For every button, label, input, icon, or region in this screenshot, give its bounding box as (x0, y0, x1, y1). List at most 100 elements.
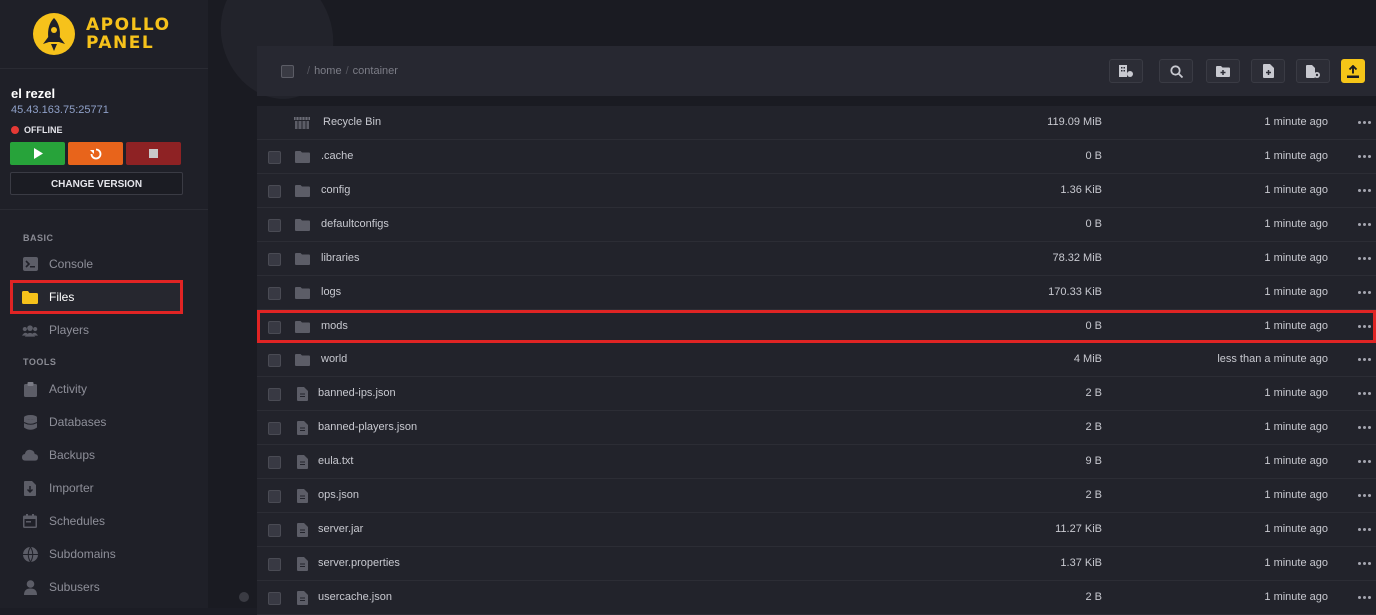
more-options-icon[interactable] (1356, 522, 1372, 536)
sidebar-item-label: Activity (49, 382, 88, 396)
sidebar-item-players[interactable]: Players (22, 319, 89, 341)
sidebar-item-subusers[interactable]: Subusers (22, 576, 100, 598)
table-row[interactable]: mods 0 B 1 minute ago (257, 310, 1376, 343)
row-checkbox[interactable] (268, 219, 281, 232)
table-row[interactable]: libraries 78.32 MiB 1 minute ago (257, 242, 1376, 276)
table-row[interactable]: server.jar 11.27 KiB 1 minute ago (257, 513, 1376, 547)
change-version-button[interactable]: CHANGE VERSION (10, 172, 183, 195)
building-button[interactable] (1109, 59, 1143, 83)
table-row[interactable]: config 1.36 KiB 1 minute ago (257, 174, 1376, 208)
upload-button[interactable] (1341, 59, 1365, 83)
file-name[interactable]: defaultconfigs (321, 218, 389, 230)
file-name[interactable]: usercache.json (318, 591, 392, 603)
more-options-icon[interactable] (1356, 149, 1372, 163)
breadcrumb-home[interactable]: home (314, 65, 342, 77)
sidebar-item-backups[interactable]: Backups (22, 444, 95, 466)
sidebar-item-label: Schedules (49, 514, 106, 528)
file-size: 0 B (1085, 320, 1102, 332)
file-settings-button[interactable] (1296, 59, 1330, 83)
row-checkbox[interactable] (268, 490, 281, 503)
file-modified: 1 minute ago (1264, 489, 1328, 501)
start-button[interactable] (10, 142, 65, 165)
sidebar-item-databases[interactable]: Databases (22, 411, 106, 433)
file-name[interactable]: mods (321, 320, 348, 332)
table-row[interactable]: defaultconfigs 0 B 1 minute ago (257, 208, 1376, 242)
table-row[interactable]: usercache.json 2 B 1 minute ago (257, 581, 1376, 615)
file-import-icon (22, 480, 38, 496)
row-checkbox[interactable] (268, 253, 281, 266)
globe-icon (22, 546, 38, 562)
select-all-checkbox[interactable] (281, 65, 294, 78)
stop-icon (149, 149, 158, 158)
file-modified: 1 minute ago (1264, 184, 1328, 196)
search-icon (1169, 64, 1183, 78)
file-name[interactable]: Recycle Bin (323, 116, 381, 128)
table-row[interactable]: banned-players.json 2 B 1 minute ago (257, 411, 1376, 445)
table-row[interactable]: server.properties 1.37 KiB 1 minute ago (257, 547, 1376, 581)
row-checkbox[interactable] (268, 354, 281, 367)
more-options-icon[interactable] (1356, 352, 1372, 366)
file-name[interactable]: server.properties (318, 557, 400, 569)
more-options-icon[interactable] (1356, 386, 1372, 400)
more-options-icon[interactable] (1356, 251, 1372, 265)
row-checkbox[interactable] (268, 592, 281, 605)
breadcrumb-container[interactable]: container (353, 65, 398, 77)
more-options-icon[interactable] (1356, 285, 1372, 299)
file-size: 4 MiB (1073, 353, 1102, 365)
sidebar-item-importer[interactable]: Importer (22, 477, 94, 499)
row-checkbox[interactable] (268, 388, 281, 401)
file-name[interactable]: config (321, 184, 350, 196)
user-icon (22, 579, 38, 595)
file-settings-icon (1306, 64, 1320, 78)
row-checkbox[interactable] (268, 287, 281, 300)
server-address[interactable]: 45.43.163.75:25771 (11, 104, 109, 116)
sidebar-item-schedules[interactable]: Schedules (22, 510, 105, 532)
more-options-icon[interactable] (1356, 115, 1372, 129)
file-name[interactable]: world (321, 353, 347, 365)
file-modified: 1 minute ago (1264, 387, 1328, 399)
more-options-icon[interactable] (1356, 590, 1372, 604)
file-name[interactable]: logs (321, 286, 341, 298)
file-name[interactable]: eula.txt (318, 455, 353, 467)
file-size: 119.09 MiB (1047, 116, 1102, 128)
table-row[interactable]: eula.txt 9 B 1 minute ago (257, 445, 1376, 479)
row-checkbox[interactable] (268, 456, 281, 469)
more-options-icon[interactable] (1356, 454, 1372, 468)
table-row[interactable]: ops.json 2 B 1 minute ago (257, 479, 1376, 513)
file-name[interactable]: banned-ips.json (318, 387, 396, 399)
table-row[interactable]: world 4 MiB less than a minute ago (257, 343, 1376, 377)
row-checkbox[interactable] (268, 321, 281, 334)
restart-button[interactable] (68, 142, 123, 165)
file-name[interactable]: ops.json (318, 489, 359, 501)
new-folder-button[interactable] (1206, 59, 1240, 83)
search-button[interactable] (1159, 59, 1193, 83)
row-checkbox[interactable] (268, 524, 281, 537)
more-options-icon[interactable] (1356, 319, 1372, 333)
more-options-icon[interactable] (1356, 556, 1372, 570)
more-options-icon[interactable] (1356, 183, 1372, 197)
sidebar-item-label: Importer (49, 481, 94, 495)
sidebar-item-files[interactable]: Files (22, 286, 74, 308)
table-row[interactable]: logs 170.33 KiB 1 minute ago (257, 276, 1376, 310)
row-checkbox[interactable] (268, 151, 281, 164)
file-name[interactable]: banned-players.json (318, 421, 417, 433)
sidebar-item-activity[interactable]: Activity (22, 378, 87, 400)
table-row[interactable]: .cache 0 B 1 minute ago (257, 140, 1376, 174)
more-options-icon[interactable] (1356, 420, 1372, 434)
new-file-button[interactable] (1251, 59, 1285, 83)
row-checkbox[interactable] (268, 422, 281, 435)
file-name[interactable]: server.jar (318, 523, 363, 535)
status-badge: OFFLINE (11, 125, 63, 135)
file-name[interactable]: libraries (321, 252, 360, 264)
more-options-icon[interactable] (1356, 217, 1372, 231)
row-checkbox[interactable] (268, 558, 281, 571)
sidebar-item-console[interactable]: Console (22, 253, 93, 275)
sidebar-item-subdomains[interactable]: Subdomains (22, 543, 116, 565)
background-dot (239, 592, 249, 602)
row-checkbox[interactable] (268, 185, 281, 198)
more-options-icon[interactable] (1356, 488, 1372, 502)
stop-button[interactable] (126, 142, 181, 165)
table-row[interactable]: Recycle Bin 119.09 MiB 1 minute ago (257, 106, 1376, 140)
table-row[interactable]: banned-ips.json 2 B 1 minute ago (257, 377, 1376, 411)
file-name[interactable]: .cache (321, 150, 353, 162)
